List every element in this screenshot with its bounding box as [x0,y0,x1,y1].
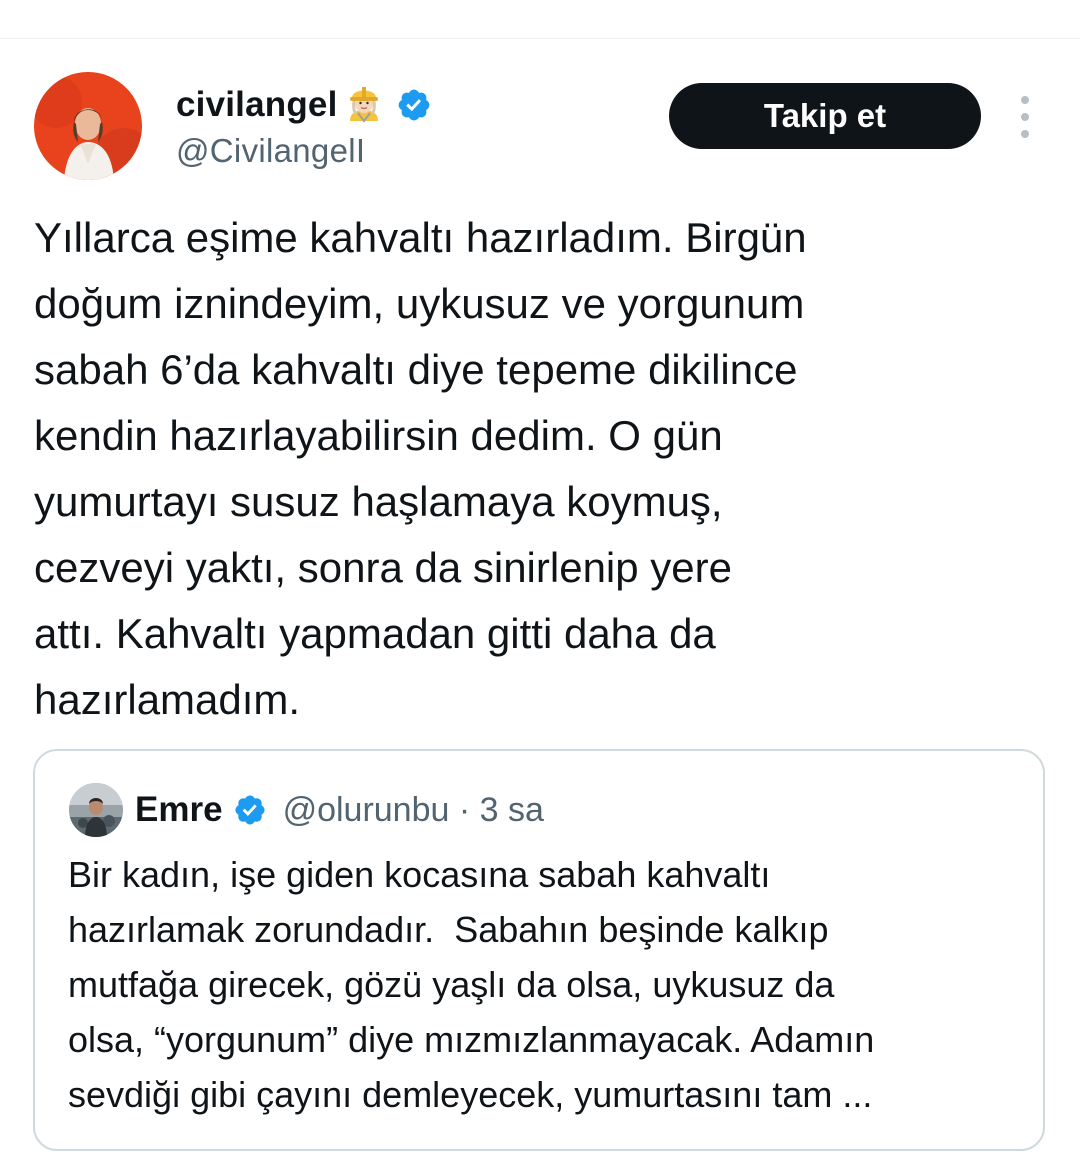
quoted-tweet-time[interactable]: 3 sa [480,791,544,829]
author-name-row[interactable]: civilangel [176,82,432,128]
top-divider [0,38,1080,39]
tweet-text-line: Yıllarca eşime kahvaltı hazırladım. Birg… [34,214,807,261]
author-handle[interactable]: @CivilangelI [176,132,365,170]
tweet-text-line: doğum iznindeyim, uykusuz ve yorgunum [34,280,805,327]
quoted-author-handle[interactable]: @olurunbu [283,791,450,829]
tweet-text-line: kendin hazırlayabilirsin dedim. O gün [34,412,723,459]
more-dot [1021,96,1029,104]
verified-badge-icon[interactable] [233,793,267,827]
tweet-text: Yıllarca eşime kahvaltı hazırladım. Birg… [34,205,1044,733]
quoted-text-line: sevdiği gibi çayını demleyecek, yumurtas… [68,1074,873,1115]
quoted-tweet-header: Emre @olurunbu · 3 sa [69,781,544,839]
tweet-text-line: attı. Kahvaltı yapmadan gitti daha da [34,610,716,657]
more-options-icon[interactable] [1012,96,1038,138]
quoted-text-line: Bir kadın, işe giden kocasına sabah kahv… [68,854,771,895]
author-avatar[interactable] [34,72,142,180]
author-display-name[interactable]: civilangel [176,85,338,125]
more-dot [1021,113,1029,121]
verified-badge-icon[interactable] [396,87,432,123]
quoted-tweet-text: Bir kadın, işe giden kocasına sabah kahv… [68,847,1028,1122]
construction-worker-woman-emoji-icon [342,83,386,127]
tweet-text-line: hazırlamadım. [34,676,301,723]
quoted-author-avatar[interactable] [69,783,123,837]
quoted-text-line: hazırlamak zorundadır. Sabahın beşinde k… [68,909,829,950]
quoted-author-meta: @olurunbu · 3 sa [282,790,544,829]
quoted-author-name[interactable]: Emre [135,790,223,830]
quoted-tweet-card[interactable]: Emre @olurunbu · 3 sa Bir kadın, işe gid… [33,749,1045,1151]
quoted-text-line: olsa, “yorgunum” diye mızmızlanmayacak. … [68,1019,875,1060]
tweet-text-line: yumurtayı susuz haşlamaya koymuş, [34,478,723,525]
more-dot [1021,130,1029,138]
tweet-text-line: sabah 6’da kahvaltı diye tepeme dikilinc… [34,346,798,393]
follow-button[interactable]: Takip et [669,83,981,149]
tweet-text-line: cezveyi yaktı, sonra da sinirlenip yere [34,544,732,591]
quoted-text-line: mutfağa girecek, gözü yaşlı da olsa, uyk… [68,964,835,1005]
